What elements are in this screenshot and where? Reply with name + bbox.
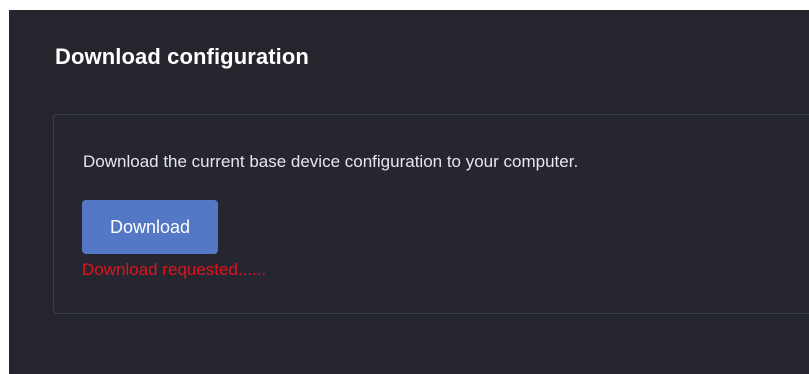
section-title: Download configuration — [55, 44, 309, 69]
download-button[interactable]: Download — [82, 200, 218, 254]
download-description: Download the current base device configu… — [83, 152, 579, 171]
download-status-message: Download requested...... — [82, 260, 267, 279]
download-configuration-panel: Download configuration Download the curr… — [9, 10, 809, 374]
download-card: Download the current base device configu… — [53, 114, 809, 314]
